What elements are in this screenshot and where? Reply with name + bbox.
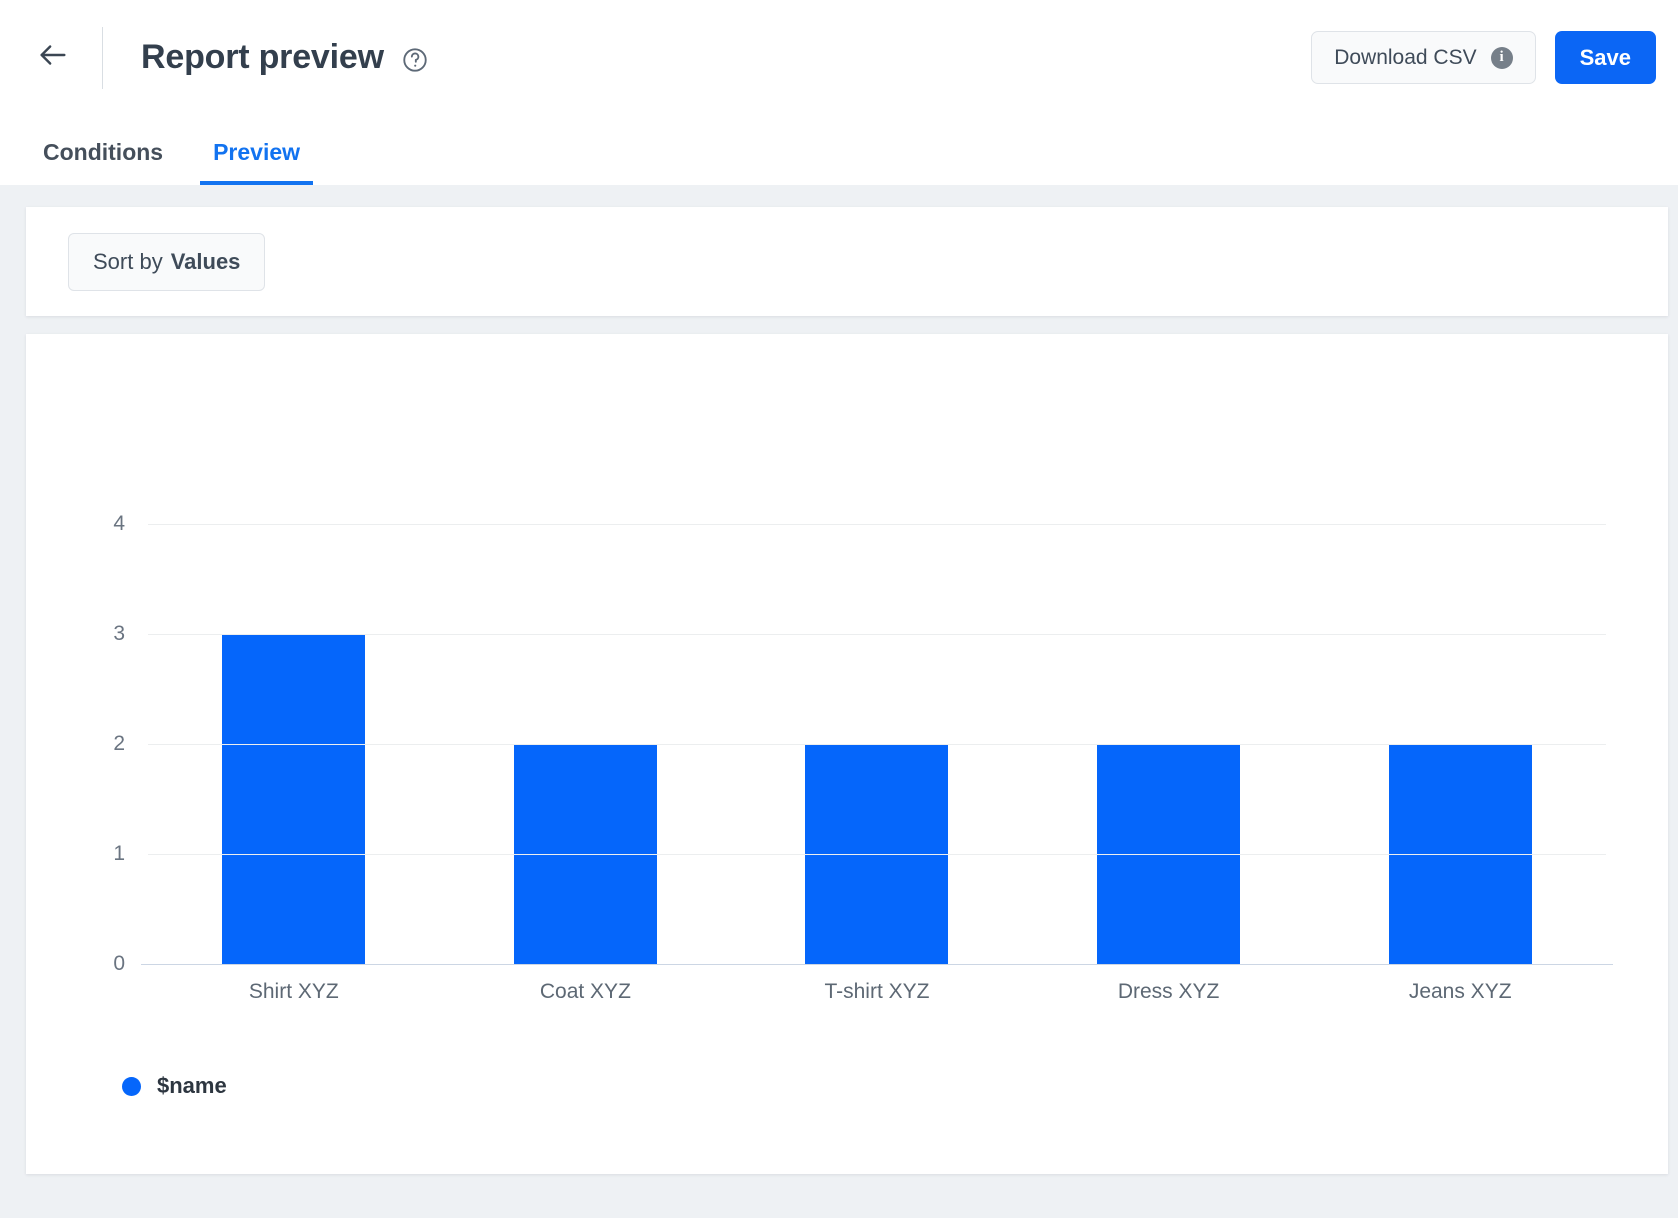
y-axis-tick-label: 2 [113, 732, 125, 756]
page-body: Sort by Values 43210 Shirt XYZCoat XYZT-… [0, 185, 1678, 1174]
chart-bar-slot [440, 474, 732, 964]
sort-by-label: Sort by [93, 249, 163, 275]
back-button[interactable] [30, 35, 76, 81]
chart-bar-slot [1023, 474, 1315, 964]
x-axis-tick-label: Jeans XYZ [1314, 980, 1606, 1004]
help-circle-icon[interactable] [401, 46, 429, 74]
chart-gridline [148, 744, 1606, 745]
x-axis-tick-label: Coat XYZ [440, 980, 732, 1004]
x-axis-tick-label: Dress XYZ [1023, 980, 1315, 1004]
x-axis-tick-label: Shirt XYZ [148, 980, 440, 1004]
save-button[interactable]: Save [1555, 31, 1656, 84]
sort-toolbar-card: Sort by Values [26, 207, 1668, 316]
chart-plot-area: 43210 [148, 474, 1606, 964]
download-csv-button[interactable]: Download CSV i [1311, 31, 1535, 84]
download-csv-label: Download CSV [1334, 46, 1476, 70]
legend-color-swatch-icon [122, 1077, 141, 1096]
chart-axis-line [141, 964, 1613, 965]
chart-gridline [148, 524, 1606, 525]
chart-bar-slot [1314, 474, 1606, 964]
y-axis-tick-label: 1 [113, 842, 125, 866]
chart-card: 43210 Shirt XYZCoat XYZT-shirt XYZDress … [26, 334, 1668, 1174]
chart-gridline [148, 854, 1606, 855]
x-axis-tick-label: T-shirt XYZ [731, 980, 1023, 1004]
chart-bar-slot [731, 474, 1023, 964]
chart-gridline [148, 634, 1606, 635]
app-header: Report preview Download CSV i Save [0, 0, 1678, 115]
y-axis-tick-label: 0 [113, 952, 125, 976]
chart-legend[interactable]: $name [122, 1073, 227, 1099]
arrow-left-icon [36, 38, 70, 77]
tab-bar: Conditions Preview [0, 115, 1678, 185]
legend-item-label: $name [157, 1073, 227, 1099]
y-axis-tick-label: 4 [113, 512, 125, 536]
header-divider [102, 27, 103, 89]
tab-preview[interactable]: Preview [200, 139, 313, 185]
sort-by-button[interactable]: Sort by Values [68, 233, 265, 291]
info-icon: i [1491, 47, 1513, 69]
chart-bar[interactable] [222, 634, 365, 964]
y-axis-tick-label: 3 [113, 622, 125, 646]
sort-by-value: Values [171, 249, 241, 275]
chart-bars [148, 474, 1606, 964]
bar-chart: 43210 Shirt XYZCoat XYZT-shirt XYZDress … [26, 334, 1668, 1174]
page-title: Report preview [141, 38, 384, 77]
tab-conditions[interactable]: Conditions [30, 139, 176, 185]
chart-x-axis-labels: Shirt XYZCoat XYZT-shirt XYZDress XYZJea… [148, 980, 1606, 1004]
chart-bar-slot [148, 474, 440, 964]
